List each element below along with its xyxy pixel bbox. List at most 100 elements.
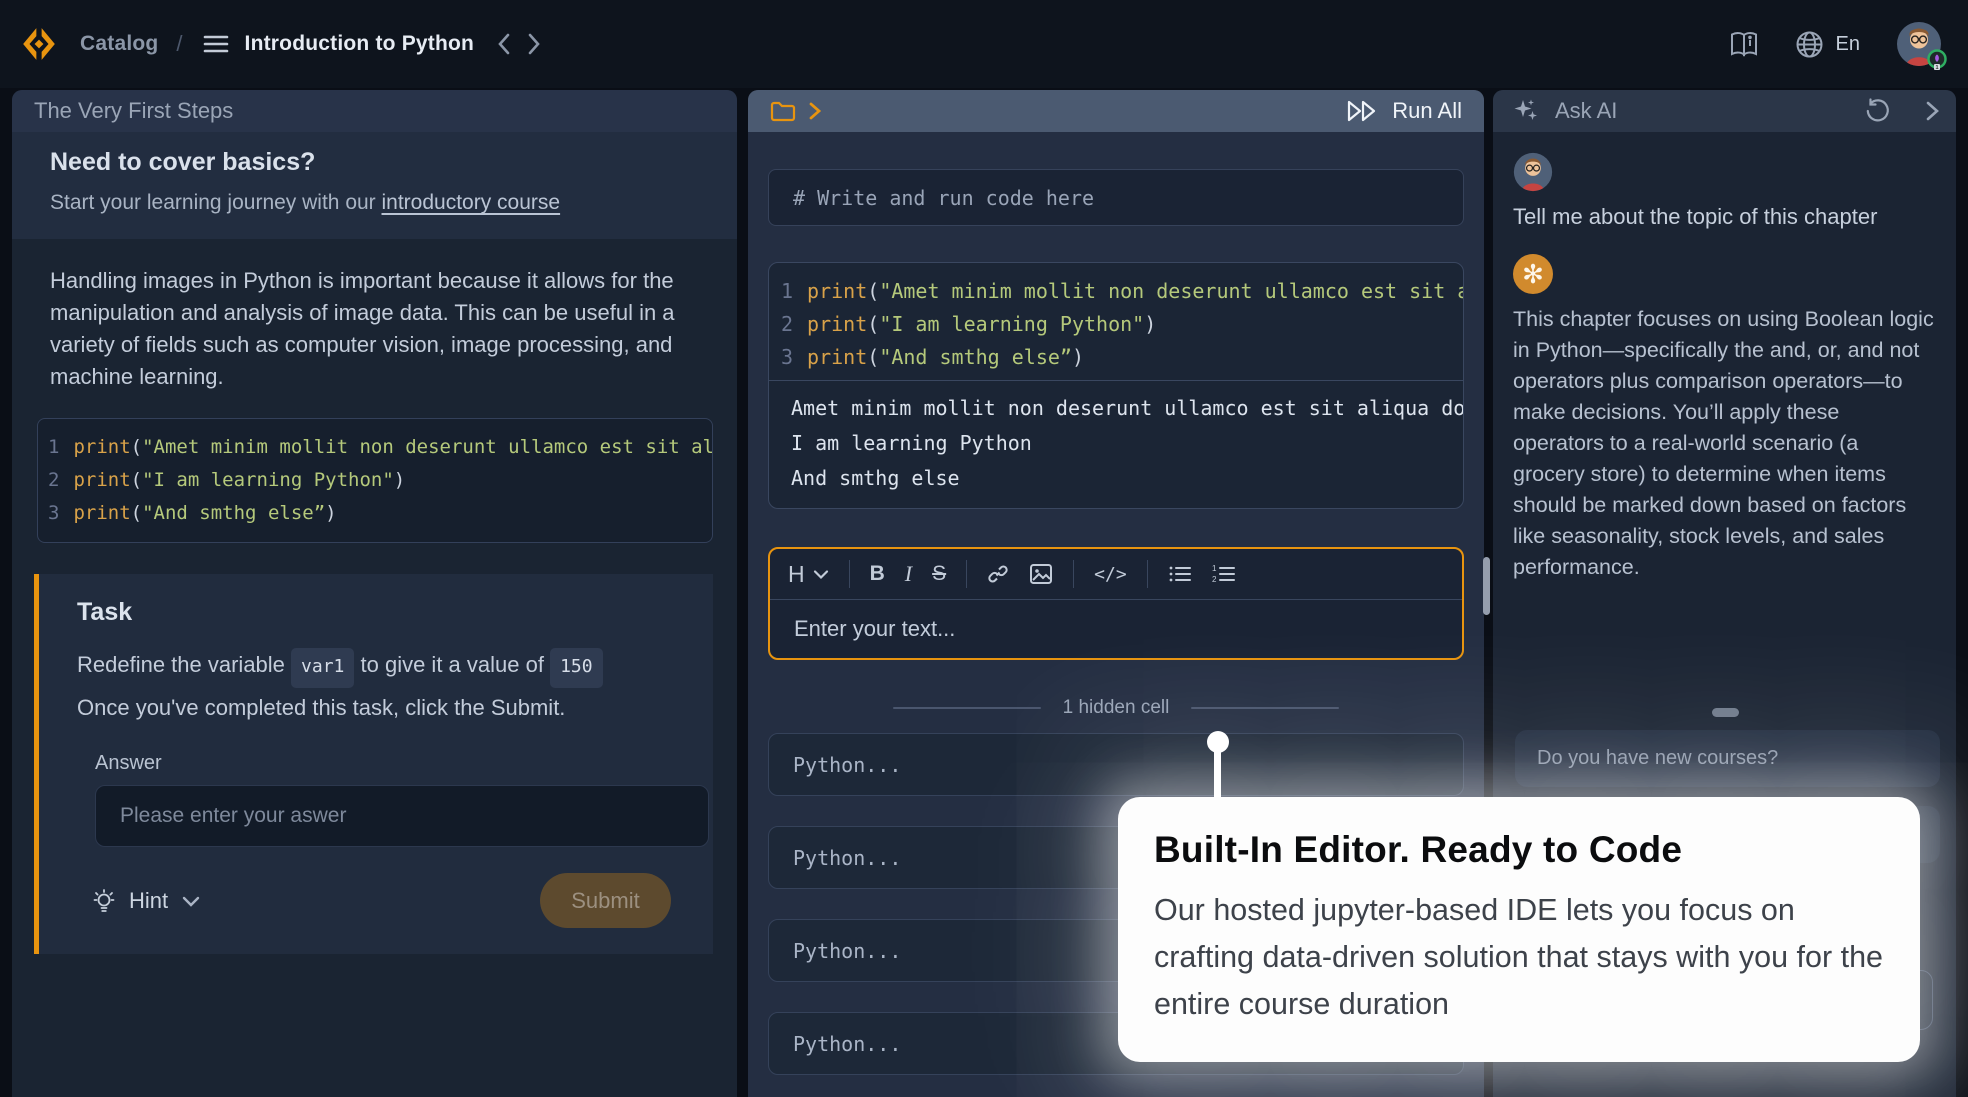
run-all-icon xyxy=(1346,99,1380,123)
run-all-label: Run All xyxy=(1392,98,1462,124)
code-cell-source[interactable]: 1print("Amet minim mollit non deserunt u… xyxy=(769,263,1463,380)
code-paren: ) xyxy=(325,502,336,524)
chat-thread: Tell me about the topic of this chapter … xyxy=(1493,132,1956,583)
basics-banner: Need to cover basics? Start your learnin… xyxy=(12,132,737,239)
task-heading: Task xyxy=(77,598,693,627)
toolbar-separator xyxy=(849,560,850,588)
lesson-title: The Very First Steps xyxy=(12,90,737,132)
user-avatar[interactable]: 1 xyxy=(1896,21,1942,67)
bullet-list-icon xyxy=(1168,564,1192,584)
prev-chapter-button[interactable] xyxy=(496,32,512,56)
link-button[interactable] xyxy=(987,563,1009,585)
language-label[interactable]: En xyxy=(1836,33,1860,56)
globe-icon[interactable] xyxy=(1795,30,1824,59)
chat-user-avatar xyxy=(1513,152,1553,192)
link-icon xyxy=(987,563,1009,585)
code-paren: ( xyxy=(131,469,142,491)
code-paren: ) xyxy=(394,469,405,491)
hint-button[interactable]: Hint xyxy=(91,887,200,915)
app-window: Catalog / Introduction to Python xyxy=(0,0,1968,1097)
bold-button[interactable]: B xyxy=(870,562,885,586)
code-paren: ( xyxy=(131,502,142,524)
bullet-list-button[interactable] xyxy=(1168,564,1192,584)
topbar-actions: En xyxy=(1693,21,1952,67)
numbered-list-icon: 1 2 xyxy=(1212,564,1236,584)
line-number: 3 xyxy=(48,502,59,524)
svg-text:1: 1 xyxy=(1935,65,1938,71)
chapter-menu-icon[interactable] xyxy=(203,33,229,55)
resize-handle[interactable] xyxy=(1712,708,1739,717)
divider-line xyxy=(1191,707,1339,709)
code-cell-output: Amet minim mollit non deserunt ullamco e… xyxy=(769,381,1463,508)
task-footer: Hint Submit xyxy=(77,873,693,928)
code-string: "Amet minim mollit non deserunt ullamco … xyxy=(142,436,713,458)
editor-toolbar: H B I S xyxy=(770,549,1462,599)
code-keyword: print xyxy=(73,469,130,491)
tooltip-connector-dot xyxy=(1207,731,1229,753)
lesson-code-block: 1print("Amet minim mollit non deserunt u… xyxy=(37,418,713,543)
chevron-down-icon xyxy=(182,895,200,907)
line-number: 1 xyxy=(48,436,59,458)
user-question: Tell me about the topic of this chapter xyxy=(1513,204,1936,230)
tooltip-heading: Built-In Editor. Ready to Code xyxy=(1154,829,1886,871)
code-cell[interactable]: 1print("Amet minim mollit non deserunt u… xyxy=(768,262,1464,509)
tooltip-body: Our hosted jupyter-based IDE lets you fo… xyxy=(1154,887,1886,1028)
code-string: "I am learning Python" xyxy=(142,469,394,491)
code-keyword: print xyxy=(73,436,130,458)
svg-text:1: 1 xyxy=(1212,564,1217,573)
task-instruction-1: Redefine the variable var1 to give it a … xyxy=(77,647,693,688)
hidden-cell-label: 1 hidden cell xyxy=(1063,697,1170,719)
notebook-toolbar: Run All xyxy=(748,90,1484,132)
code-string: "And smthg else” xyxy=(142,502,325,524)
line-number: 2 xyxy=(48,469,59,491)
lightbulb-icon xyxy=(91,887,117,915)
breadcrumb-catalog[interactable]: Catalog xyxy=(80,32,158,56)
folder-icon[interactable] xyxy=(770,100,796,122)
chevron-down-icon xyxy=(813,569,829,580)
collapsed-cell[interactable]: Python... xyxy=(768,733,1464,796)
brand-logo-icon[interactable] xyxy=(20,25,58,63)
image-icon xyxy=(1029,563,1053,585)
toolbar-separator xyxy=(966,560,967,588)
hint-label: Hint xyxy=(129,888,168,914)
ask-ai-header: Ask AI xyxy=(1493,90,1956,132)
reset-chat-button[interactable] xyxy=(1864,98,1891,125)
docs-book-icon[interactable] xyxy=(1729,30,1759,58)
lesson-panel: The Very First Steps Need to cover basic… xyxy=(12,90,737,1097)
introductory-course-link[interactable]: introductory course xyxy=(382,191,561,214)
scrollbar-thumb[interactable] xyxy=(1483,557,1490,615)
suggestion-chip[interactable]: Do you have new courses? xyxy=(1515,730,1940,787)
achievement-badge-icon: 1 xyxy=(1926,49,1948,71)
submit-button[interactable]: Submit xyxy=(540,873,671,928)
code-keyword: print xyxy=(73,502,130,524)
toolbar-separator xyxy=(1147,560,1148,588)
run-all-button[interactable]: Run All xyxy=(1334,98,1462,124)
top-bar: Catalog / Introduction to Python xyxy=(0,0,1968,88)
toolbar-separator xyxy=(1073,560,1074,588)
page-title: Introduction to Python xyxy=(245,32,475,56)
task-card: Task Redefine the variable var1 to give … xyxy=(34,574,713,954)
task-instruction-2: Once you've completed this task, click t… xyxy=(77,690,693,726)
expand-files-chevron-icon[interactable] xyxy=(808,101,822,121)
divider-line xyxy=(893,707,1041,709)
italic-button[interactable]: I xyxy=(905,561,912,587)
answer-label: Answer xyxy=(95,752,693,775)
hidden-cell-divider[interactable]: 1 hidden cell xyxy=(748,688,1484,728)
basics-heading: Need to cover basics? xyxy=(50,148,699,177)
collapse-panel-chevron-icon[interactable] xyxy=(1925,100,1940,122)
markdown-editor: H B I S xyxy=(768,547,1464,660)
strikethrough-button[interactable]: S xyxy=(932,562,946,586)
image-button[interactable] xyxy=(1029,563,1053,585)
var1-chip: var1 xyxy=(291,648,354,688)
heading-button[interactable]: H xyxy=(788,561,829,588)
next-chapter-button[interactable] xyxy=(526,32,542,56)
basics-text: Start your learning journey with our xyxy=(50,191,382,214)
ai-answer: This chapter focuses on using Boolean lo… xyxy=(1513,304,1936,583)
scratch-cell-input[interactable]: # Write and run code here xyxy=(768,169,1464,226)
code-paren: ( xyxy=(131,436,142,458)
editor-text-input[interactable]: Enter your text... xyxy=(770,600,1462,658)
answer-input[interactable] xyxy=(95,785,709,847)
numbered-list-button[interactable]: 1 2 xyxy=(1212,564,1236,584)
lesson-paragraph: Handling images in Python is important b… xyxy=(50,265,699,393)
code-button[interactable]: </> xyxy=(1094,564,1127,585)
